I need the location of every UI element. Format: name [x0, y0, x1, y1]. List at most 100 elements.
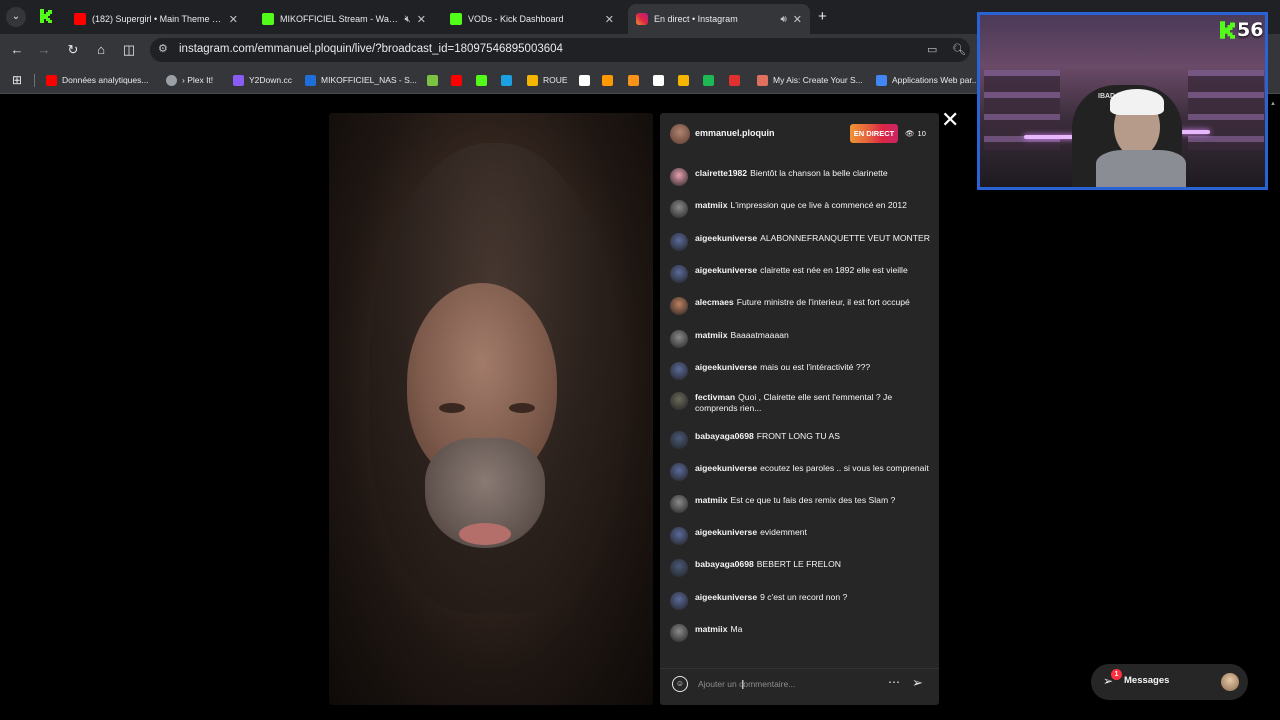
commenter-username[interactable]: aigeekuniverse	[695, 527, 757, 537]
comment-item: aigeekuniverse mais ou est l'intéractivit…	[670, 362, 930, 380]
commenter-avatar[interactable]	[670, 330, 688, 348]
bookmark-item[interactable]: › Plex It!	[166, 73, 213, 87]
commenter-avatar[interactable]	[670, 463, 688, 481]
reading-list-button[interactable]: ◫	[120, 41, 138, 59]
close-tab-icon[interactable]: ✕	[229, 13, 238, 26]
commenter-username[interactable]: babayaga0698	[695, 431, 754, 441]
tab-instagram[interactable]: En direct • Instagram 🔊︎ ✕	[628, 4, 810, 34]
more-options-icon[interactable]: ⋯	[888, 675, 901, 689]
bookmark-item[interactable]	[476, 73, 487, 87]
streamer-webcam-overlay: IBAD 56	[977, 12, 1268, 190]
commenter-avatar[interactable]	[670, 527, 688, 545]
bookmark-item[interactable]	[653, 73, 664, 87]
commenter-avatar[interactable]	[670, 297, 688, 315]
comment-item: aigeekuniverse 9 c'est un record non ?	[670, 592, 930, 610]
comment-input[interactable]	[698, 676, 878, 692]
bookmark-item[interactable]	[579, 73, 590, 87]
commenter-avatar[interactable]	[670, 559, 688, 577]
commenter-avatar[interactable]	[670, 265, 688, 283]
commenter-avatar[interactable]	[670, 168, 688, 186]
scroll-up-arrow-icon[interactable]: ▲	[1270, 101, 1276, 107]
bookmark-item[interactable]	[602, 73, 613, 87]
comment-text-block: aigeekuniverse mais ou est l'intéractivit…	[695, 362, 870, 373]
forward-button[interactable]: →	[35, 41, 53, 59]
commenter-username[interactable]: aigeekuniverse	[695, 233, 757, 243]
back-button[interactable]: ←	[8, 41, 26, 59]
cast-icon[interactable]: ▭	[927, 43, 937, 56]
commenter-username[interactable]: clairette1982	[695, 168, 747, 178]
commenter-username[interactable]: fectivman	[695, 392, 735, 402]
commenter-avatar[interactable]	[670, 431, 688, 449]
live-video[interactable]	[329, 113, 653, 705]
commenter-username[interactable]: matmiix	[695, 624, 727, 634]
tab-kick-dashboard[interactable]: VODs - Kick Dashboard ✕	[442, 4, 622, 34]
comment-message: Baaaatmaaaan	[730, 330, 789, 340]
bookmark-item[interactable]	[427, 73, 438, 87]
audio-playing-icon[interactable]: 🔊︎	[780, 14, 786, 25]
comment-item: aigeekuniverse ecoutez les paroles .. si …	[670, 463, 930, 481]
commenter-username[interactable]: aigeekuniverse	[695, 463, 757, 473]
bookmark-item[interactable]: Applications Web par...	[876, 73, 979, 87]
bookmark-item[interactable]	[501, 73, 512, 87]
home-button[interactable]: ⌂	[92, 41, 110, 59]
commenter-username[interactable]: aigeekuniverse	[695, 592, 757, 602]
commenter-avatar[interactable]	[670, 495, 688, 513]
comment-text-block: fectivman Quoi , Clairette elle sent l'em…	[695, 392, 930, 414]
bookmark-item[interactable]	[729, 73, 740, 87]
commenter-username[interactable]: matmiix	[695, 330, 727, 340]
commenter-avatar[interactable]	[670, 392, 688, 410]
new-tab-button[interactable]: +	[818, 8, 827, 25]
commenter-username[interactable]: aigeekuniverse	[695, 362, 757, 372]
pinned-tab-kick-icon[interactable]	[40, 9, 52, 23]
send-icon[interactable]: ➢	[912, 675, 923, 691]
reload-button[interactable]: ↻	[64, 41, 82, 59]
letter-a-icon	[653, 74, 664, 86]
commenter-username[interactable]: babayaga0698	[695, 559, 754, 569]
apps-grid-icon[interactable]: ⊞	[8, 71, 26, 89]
muted-audio-icon[interactable]: 🔇︎	[404, 14, 410, 25]
tab-youtube[interactable]: (182) Supergirl • Main Theme • Je ✕	[66, 4, 246, 34]
commenter-avatar[interactable]	[670, 362, 688, 380]
address-bar[interactable]: ⚙ instagram.com/emmanuel.ploquin/live/?b…	[150, 38, 970, 62]
tab-search-button[interactable]: ⌄	[6, 7, 26, 27]
tab-kick-stream[interactable]: MIKOFFICIEL Stream - Watch L 🔇︎ ✕	[254, 4, 434, 34]
bookmark-item[interactable]	[628, 73, 639, 87]
commenter-avatar[interactable]	[670, 200, 688, 218]
host-avatar[interactable]	[670, 124, 690, 144]
bookmark-label: MIKOFFICIEL_NAS - S...	[321, 75, 417, 85]
commenter-username[interactable]: alecmaes	[695, 297, 734, 307]
site-info-icon[interactable]: ⚙	[158, 42, 168, 55]
commenter-avatar[interactable]	[670, 624, 688, 642]
unread-badge: 1	[1111, 669, 1122, 680]
messages-button[interactable]: ➢ 1 Messages	[1091, 664, 1248, 700]
bookmark-item[interactable]: ROUE	[527, 73, 568, 87]
close-tab-icon[interactable]: ✕	[417, 13, 426, 26]
close-tab-icon[interactable]: ✕	[793, 13, 802, 26]
close-tab-icon[interactable]: ✕	[605, 13, 614, 26]
commenter-username[interactable]: matmiix	[695, 495, 727, 505]
bookmark-item[interactable]: My Ais: Create Your S...	[757, 73, 863, 87]
apps-icon	[876, 74, 887, 86]
commenter-avatar[interactable]	[670, 592, 688, 610]
bookmark-item[interactable]: Y2Down.cc	[233, 73, 292, 87]
comment-item: alecmaes Future ministre de l'interieur, …	[670, 297, 930, 315]
webcam-streamer-body	[1096, 150, 1186, 187]
comment-message: 9 c'est un record non ?	[760, 592, 848, 602]
comment-text-block: matmiix Ma	[695, 624, 742, 635]
bookmark-item[interactable]: MIKOFFICIEL_NAS - S...	[305, 73, 417, 87]
viewer-count[interactable]: 👁︎ 10	[905, 124, 926, 143]
zoom-icon[interactable]: 🔍︎	[952, 43, 966, 56]
bookmark-item[interactable]	[678, 73, 689, 87]
live-chat-panel: emmanuel.ploquin EN DIRECT 👁︎ 10 clairet…	[660, 113, 939, 705]
commenter-username[interactable]: aigeekuniverse	[695, 265, 757, 275]
bookmark-item[interactable]: Données analytiques...	[46, 73, 148, 87]
close-live-button[interactable]: ✕	[941, 109, 959, 131]
comment-message: L'impression que ce live à commencé en 2…	[730, 200, 907, 210]
bookmark-item[interactable]	[451, 73, 462, 87]
commenter-avatar[interactable]	[670, 233, 688, 251]
bookmark-item[interactable]	[703, 73, 714, 87]
commenter-username[interactable]: matmiix	[695, 200, 727, 210]
comment-message: clairette est née en 1892 elle est vieil…	[760, 265, 908, 275]
emoji-icon[interactable]: ☺	[672, 676, 688, 692]
host-username[interactable]: emmanuel.ploquin	[695, 128, 775, 138]
